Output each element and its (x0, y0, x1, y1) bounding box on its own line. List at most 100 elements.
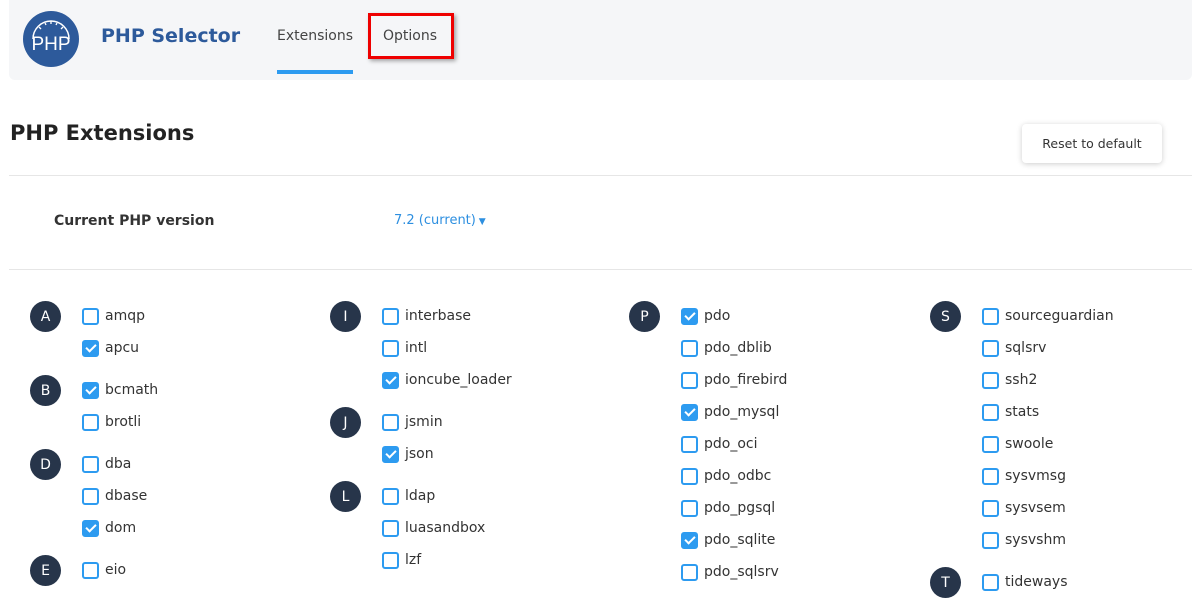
extension-name: dom (105, 520, 137, 536)
checkbox-unchecked[interactable] (982, 531, 999, 549)
checkbox-unchecked[interactable] (982, 573, 999, 591)
logo-text: PHP (31, 34, 71, 55)
extension-name: pdo_pgsql (704, 500, 776, 516)
extension-item[interactable]: bcmath (82, 374, 158, 406)
letter-badge: S (930, 301, 961, 332)
extension-item[interactable]: brotli (82, 406, 158, 438)
checkbox-checked[interactable] (382, 445, 399, 463)
extension-name: pdo_sqlsrv (704, 564, 779, 580)
divider (9, 269, 1192, 270)
extension-item[interactable]: sysvmsg (982, 460, 1114, 492)
extension-name: dba (105, 456, 132, 472)
checkbox-unchecked[interactable] (681, 563, 698, 581)
extension-name: intl (405, 340, 428, 356)
extension-item[interactable]: ioncube_loader (382, 364, 512, 396)
extension-item[interactable]: amqp (82, 300, 158, 332)
checkbox-checked[interactable] (382, 371, 399, 389)
checkbox-unchecked[interactable] (382, 551, 399, 569)
extension-name: tideways (1005, 574, 1068, 590)
checkbox-checked[interactable] (681, 403, 698, 421)
extension-item[interactable]: pdo (681, 300, 787, 332)
extension-item[interactable]: pdo_oci (681, 428, 787, 460)
extension-name: dbase (105, 488, 148, 504)
checkbox-unchecked[interactable] (382, 487, 399, 505)
checkbox-unchecked[interactable] (82, 413, 99, 431)
extension-item[interactable]: apcu (82, 332, 158, 364)
checkbox-unchecked[interactable] (382, 519, 399, 537)
extension-item[interactable]: intl (382, 332, 512, 364)
checkbox-unchecked[interactable] (681, 435, 698, 453)
extension-item[interactable]: sourceguardian (982, 300, 1114, 332)
extension-name: ssh2 (1005, 372, 1038, 388)
extension-item[interactable]: swoole (982, 428, 1114, 460)
extension-name: apcu (105, 340, 140, 356)
checkbox-unchecked[interactable] (82, 561, 99, 579)
checkbox-unchecked[interactable] (681, 467, 698, 485)
checkbox-unchecked[interactable] (982, 499, 999, 517)
extension-item[interactable]: pdo_pgsql (681, 492, 787, 524)
checkbox-unchecked[interactable] (681, 339, 698, 357)
page-title: PHP Extensions (10, 121, 195, 145)
extension-name: jsmin (405, 414, 443, 430)
extension-item[interactable]: luasandbox (382, 512, 512, 544)
extension-item[interactable]: json (382, 438, 512, 470)
extension-name: sqlsrv (1005, 340, 1047, 356)
checkbox-unchecked[interactable] (982, 371, 999, 389)
tab-extensions[interactable]: Extensions (277, 28, 354, 74)
checkbox-unchecked[interactable] (982, 435, 999, 453)
checkbox-checked[interactable] (82, 381, 99, 399)
extension-item[interactable]: sysvsem (982, 492, 1114, 524)
letter-group: Iinterbase intl ioncube_loader (330, 300, 512, 396)
extension-item[interactable]: jsmin (382, 406, 512, 438)
extension-item[interactable]: pdo_sqlsrv (681, 556, 787, 588)
extension-item[interactable]: tideways (982, 566, 1114, 598)
extension-name: luasandbox (405, 520, 486, 536)
checkbox-checked[interactable] (681, 531, 698, 549)
extension-item[interactable]: stats (982, 396, 1114, 428)
app-title: PHP Selector (101, 25, 241, 47)
extension-item[interactable]: ldap (382, 480, 512, 512)
checkbox-unchecked[interactable] (82, 307, 99, 325)
extension-item[interactable]: dom (82, 512, 158, 544)
checkbox-unchecked[interactable] (982, 403, 999, 421)
extension-item[interactable]: dba (82, 448, 158, 480)
extension-item[interactable]: pdo_dblib (681, 332, 787, 364)
extension-name: pdo_sqlite (704, 532, 776, 548)
php-version-dropdown[interactable]: 7.2 (current) ▼ (394, 213, 486, 228)
extension-item[interactable]: lzf (382, 544, 512, 576)
extension-item[interactable]: pdo_mysql (681, 396, 787, 428)
extension-item[interactable]: sysvshm (982, 524, 1114, 556)
checkbox-unchecked[interactable] (382, 413, 399, 431)
extension-name: pdo_dblib (704, 340, 772, 356)
checkbox-unchecked[interactable] (382, 307, 399, 325)
checkbox-unchecked[interactable] (82, 487, 99, 505)
checkbox-unchecked[interactable] (982, 339, 999, 357)
checkbox-unchecked[interactable] (681, 499, 698, 517)
extension-item[interactable]: pdo_sqlite (681, 524, 787, 556)
extension-item[interactable]: ssh2 (982, 364, 1114, 396)
extension-name: amqp (105, 308, 145, 324)
extension-name: brotli (105, 414, 142, 430)
extension-item[interactable]: pdo_firebird (681, 364, 787, 396)
extension-item[interactable]: pdo_odbc (681, 460, 787, 492)
checkbox-checked[interactable] (82, 339, 99, 357)
extension-item[interactable]: dbase (82, 480, 158, 512)
checkbox-unchecked[interactable] (382, 339, 399, 357)
checkbox-checked[interactable] (82, 519, 99, 537)
extension-name: pdo_firebird (704, 372, 788, 388)
extension-item[interactable]: interbase (382, 300, 512, 332)
php-version-label: Current PHP version (54, 213, 215, 229)
checkbox-checked[interactable] (681, 307, 698, 325)
extension-item[interactable]: eio (82, 554, 158, 586)
extension-name: swoole (1005, 436, 1054, 452)
divider (9, 175, 1192, 176)
checkbox-unchecked[interactable] (681, 371, 698, 389)
extension-column: Aamqp apcu Bbcmath brotli Ddba dbase dom Eeio (30, 300, 158, 596)
extension-name: pdo_odbc (704, 468, 772, 484)
checkbox-unchecked[interactable] (82, 455, 99, 473)
reset-to-default-button[interactable]: Reset to default (1022, 124, 1162, 163)
checkbox-unchecked[interactable] (982, 307, 999, 325)
letter-group: Ttideways (930, 566, 1114, 598)
extension-item[interactable]: sqlsrv (982, 332, 1114, 364)
checkbox-unchecked[interactable] (982, 467, 999, 485)
